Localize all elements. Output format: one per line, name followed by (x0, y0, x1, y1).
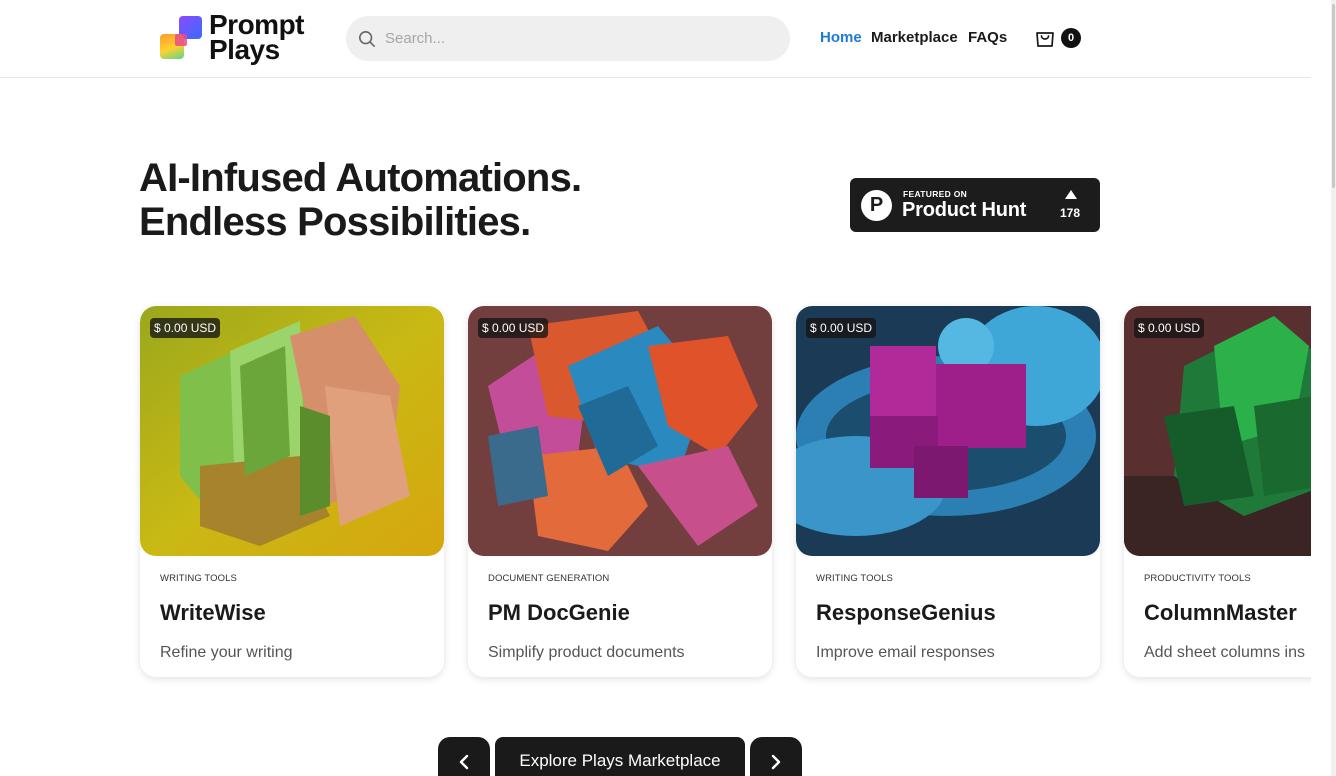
price-badge: $ 0.00 USD (806, 318, 877, 338)
price-badge: $ 0.00 USD (150, 318, 221, 338)
logo-text: Prompt Plays (209, 11, 305, 65)
cart-button[interactable]: 0 (1034, 27, 1081, 49)
card-title: PM DocGenie (488, 600, 630, 625)
hero-line1: AI-Infused Automations. (139, 156, 582, 200)
play-card[interactable]: $ 0.00 USD WRITING TOOLS WriteWise Refin… (140, 306, 444, 677)
plays-carousel: $ 0.00 USD WRITING TOOLS WriteWise Refin… (0, 300, 1311, 690)
play-card-image (468, 306, 772, 556)
product-hunt-icon: P (861, 190, 892, 221)
explore-marketplace-button[interactable]: Explore Plays Marketplace (495, 737, 745, 776)
nav-home[interactable]: Home (820, 29, 862, 46)
logo-mark-icon (159, 14, 205, 60)
card-category: PRODUCTIVITY TOOLS (1144, 573, 1251, 584)
play-card[interactable]: $ 0.00 USD PRODUCTIVITY TOOLS ColumnMast… (1124, 306, 1311, 677)
card-description: Improve email responses (816, 644, 995, 661)
card-category: DOCUMENT GENERATION (488, 573, 610, 584)
search-input[interactable] (385, 30, 765, 47)
card-category: WRITING TOOLS (816, 573, 893, 584)
card-description: Add sheet columns ins (1144, 644, 1305, 661)
site-header: Prompt Plays Home Marketplace FAQs 0 (0, 0, 1311, 78)
chevron-left-icon (459, 754, 469, 770)
search-bar[interactable] (346, 16, 790, 61)
logo-line2: Plays (209, 34, 280, 65)
search-icon (358, 30, 376, 47)
carousel-next-button[interactable] (750, 737, 802, 776)
card-title: WriteWise (160, 600, 266, 625)
logo[interactable]: Prompt Plays (159, 11, 305, 65)
play-card[interactable]: $ 0.00 USD DOCUMENT GENERATION PM DocGen… (468, 306, 772, 677)
cart-count-badge: 0 (1061, 28, 1081, 48)
product-hunt-label: Product Hunt (902, 199, 1027, 221)
card-title: ColumnMaster (1144, 600, 1297, 625)
price-badge: $ 0.00 USD (478, 318, 549, 338)
carousel-prev-button[interactable] (438, 737, 490, 776)
play-card[interactable]: $ 0.00 USD WRITING TOOLS ResponseGenius … (796, 306, 1100, 677)
card-category: WRITING TOOLS (160, 573, 237, 584)
play-card-image (1124, 306, 1311, 556)
card-description: Simplify product documents (488, 644, 685, 661)
play-card-image (796, 306, 1100, 556)
nav-faqs[interactable]: FAQs (968, 29, 1007, 46)
shopping-bag-icon (1036, 32, 1054, 47)
hero-heading: AI-Infused Automations. Endless Possibil… (139, 156, 582, 244)
upvote-arrow-icon (1065, 190, 1077, 199)
price-badge: $ 0.00 USD (1134, 318, 1205, 338)
explore-marketplace-label: Explore Plays Marketplace (519, 751, 721, 770)
nav-marketplace[interactable]: Marketplace (871, 29, 958, 46)
card-description: Refine your writing (160, 644, 293, 661)
hero-line2: Endless Possibilities. (139, 200, 531, 244)
play-card-image (140, 306, 444, 556)
card-title: ResponseGenius (816, 600, 996, 625)
chevron-right-icon (771, 754, 781, 770)
product-hunt-badge[interactable]: P FEATURED ON Product Hunt (850, 178, 1100, 232)
page-scrollbar[interactable] (1331, 0, 1336, 776)
product-hunt-votes: 178 (1060, 206, 1081, 220)
product-hunt-featured-label: FEATURED ON (903, 189, 968, 199)
